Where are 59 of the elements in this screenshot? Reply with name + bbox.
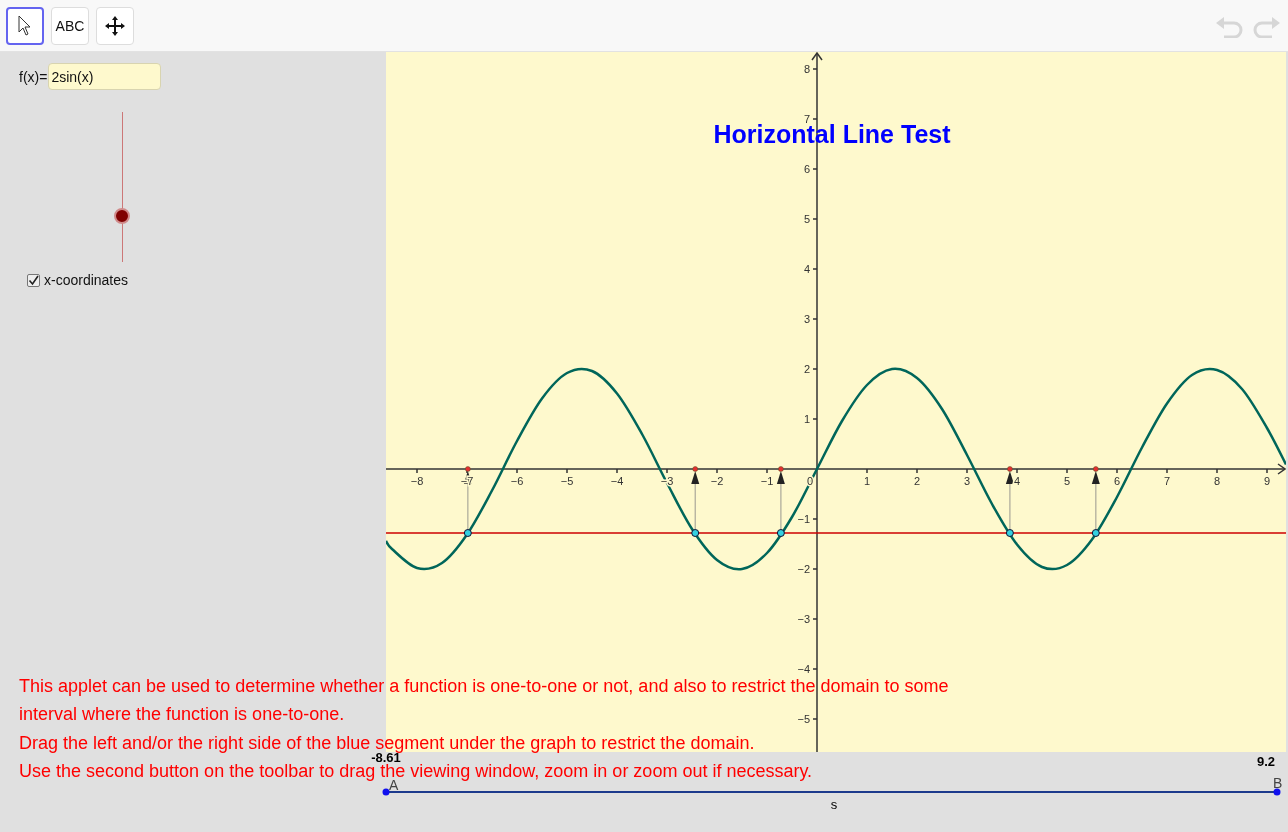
axis-point [1093, 466, 1099, 472]
instruction-text: Drag the left and/or the right side of the blue segment under the graph to restrict the domain. [19, 734, 755, 752]
y-tick-label: 4 [803, 263, 810, 275]
x-tick-label: −8 [410, 475, 424, 487]
move-arrows-icon [104, 14, 126, 37]
y-tick-label: −2 [797, 563, 810, 575]
y-tick-label: −3 [797, 613, 810, 625]
axis-point [692, 466, 698, 472]
function-input-field[interactable]: 2sin(x) [48, 63, 162, 90]
x-tick-label: −1 [760, 475, 774, 487]
intersection-point[interactable] [691, 529, 700, 537]
x-tick-label: 9 [1263, 475, 1271, 487]
segment-label: s [830, 797, 838, 812]
intersection-point[interactable] [776, 529, 785, 537]
axis-point [1007, 466, 1013, 472]
end-value: 9.2 [1256, 754, 1275, 769]
x-tick-label: 1 [863, 475, 871, 487]
x-tick-label: 4 [1013, 475, 1021, 487]
slider-thumb[interactable] [114, 207, 130, 224]
x-tick-label: 8 [1213, 475, 1221, 487]
x-tick-label: 5 [1063, 475, 1071, 487]
x-tick-label: −2 [710, 475, 724, 487]
y-tick-label: 1 [803, 413, 810, 425]
vertical-slider[interactable] [114, 112, 130, 262]
point-label: A [389, 777, 399, 793]
y-tick-label: 3 [803, 313, 810, 325]
checkbox-label: x-coordinates [44, 272, 129, 288]
pointer-tool-button[interactable] [6, 6, 44, 45]
cursor-icon [18, 14, 32, 37]
intersection-point[interactable] [1091, 529, 1100, 537]
intersection-point[interactable] [1005, 529, 1014, 537]
x-tick-label: 3 [963, 475, 971, 487]
y-tick-label: 2 [803, 363, 810, 375]
instruction-text: interval where the function is one-to-one. [19, 706, 345, 723]
endpoint-handle[interactable] [1273, 788, 1281, 796]
checkbox[interactable] [27, 273, 40, 287]
x-tick-label: 2 [913, 475, 921, 487]
axis-point [465, 466, 471, 472]
instruction-text: This applet can be used to determine whether a function is one-to-one or not, and also to restrict the domain to some [19, 677, 949, 695]
y-tick-label: 5 [803, 213, 810, 225]
intersection-point[interactable] [463, 529, 472, 537]
y-tick-label: 6 [803, 163, 810, 175]
x-tick-label: 7 [1163, 475, 1171, 487]
move-tool-button[interactable] [96, 6, 134, 45]
instruction-text: Use the second button on the toolbar to drag the viewing window, zoom in or zoom out if necessary. [19, 763, 813, 780]
y-tick-label: 8 [803, 63, 810, 75]
x-tick-label: −4 [610, 475, 624, 487]
point-label: B [1273, 775, 1283, 791]
y-tick-label: −1 [797, 513, 810, 525]
x-tick-label: −6 [510, 475, 524, 487]
x-tick-label: 6 [1113, 475, 1121, 487]
endpoint-handle[interactable] [382, 788, 390, 796]
function-label: f(x)= [19, 68, 48, 85]
text-tool-button[interactable]: ABC [51, 6, 89, 45]
y-tick-label: −5 [797, 713, 810, 725]
x-tick-label: −5 [560, 475, 574, 487]
y-tick-label: −4 [797, 663, 810, 675]
x-tick-label: −7 [460, 475, 474, 487]
axis-point [778, 466, 784, 472]
